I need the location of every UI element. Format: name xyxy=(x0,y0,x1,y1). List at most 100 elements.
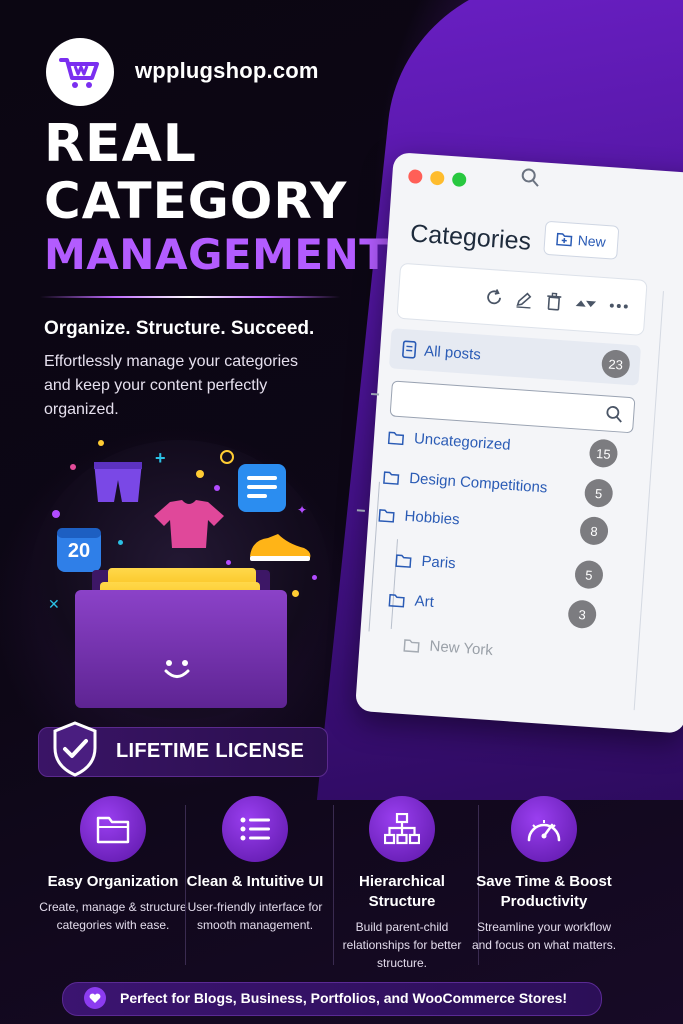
heart-icon xyxy=(84,987,106,1009)
category-design-competitions[interactable]: Design Competitions xyxy=(383,468,548,496)
sparkle-icon: ✦ xyxy=(297,503,308,517)
folder-icon xyxy=(387,431,405,445)
speedometer-icon xyxy=(527,820,561,842)
confetti-dot xyxy=(52,510,60,518)
confetti-dot xyxy=(312,575,317,580)
category-toolbar xyxy=(396,262,648,336)
category-label: Hobbies xyxy=(404,507,461,529)
logo xyxy=(46,38,114,106)
new-button-label: New xyxy=(577,232,607,250)
search-icon xyxy=(606,406,622,423)
cart-logo-icon xyxy=(59,58,99,88)
all-posts-count: 23 xyxy=(600,349,631,379)
category-new-york[interactable]: New York xyxy=(403,636,493,659)
category-label: Design Competitions xyxy=(408,469,548,497)
new-folder-icon xyxy=(556,232,573,247)
feature-clean-ui: Clean & Intuitive UI User-friendly inter… xyxy=(180,796,330,934)
folder-icon xyxy=(378,508,395,523)
feature-title: Clean & Intuitive UI xyxy=(186,873,324,890)
category-label: Art xyxy=(414,592,435,611)
folder-icon xyxy=(96,816,130,844)
category-search-input[interactable] xyxy=(389,380,636,434)
feature-title: Save Time & Boost Productivity xyxy=(476,873,612,910)
category-label: Paris xyxy=(420,552,457,573)
feature-description: Create, manage & structure categories wi… xyxy=(39,900,187,932)
trash-icon[interactable] xyxy=(544,292,563,311)
close-window-button[interactable] xyxy=(407,169,423,185)
shield-check-icon xyxy=(50,720,100,778)
new-category-button[interactable]: New xyxy=(543,220,620,260)
feature-save-time: Save Time & Boost Productivity Streamlin… xyxy=(469,796,619,954)
tree-connector xyxy=(368,481,380,632)
confetti-dot xyxy=(98,440,104,446)
document-icon xyxy=(236,462,288,519)
edit-icon[interactable] xyxy=(514,290,533,309)
all-posts-label: All posts xyxy=(423,342,482,364)
sparkle-icon: ✕ xyxy=(48,596,60,612)
refresh-icon[interactable] xyxy=(484,288,503,307)
category-art[interactable]: Art xyxy=(388,591,434,611)
glow-divider xyxy=(40,296,340,298)
category-hobbies[interactable]: Hobbies xyxy=(378,506,461,529)
list-icon xyxy=(240,817,270,841)
category-paris[interactable]: Paris xyxy=(395,551,456,572)
categories-window: Categories New All posts 23 Uncategorize… xyxy=(354,152,683,734)
calendar-icon: 20 xyxy=(56,527,102,573)
hero-title-line3: MANAGEMENT xyxy=(44,230,389,279)
confetti-dot xyxy=(70,464,76,470)
description: Effortlessly manage your categories and … xyxy=(44,353,299,418)
tagline: Organize. Structure. Succeed. xyxy=(44,318,315,339)
calendar-number: 20 xyxy=(67,540,91,562)
search-icon[interactable] xyxy=(520,167,541,188)
minimize-window-button[interactable] xyxy=(429,170,445,186)
feature-icon-wrap xyxy=(80,796,146,862)
category-uncategorized[interactable]: Uncategorized xyxy=(387,428,512,454)
feature-icon-wrap xyxy=(369,796,435,862)
more-icon[interactable] xyxy=(608,296,629,315)
shorts-icon xyxy=(90,458,146,513)
shoe-icon xyxy=(248,530,312,569)
feature-icon-wrap xyxy=(511,796,577,862)
feature-easy-organization: Easy Organization Create, manage & struc… xyxy=(38,796,188,934)
category-count: 15 xyxy=(588,438,619,469)
sort-icon[interactable] xyxy=(574,294,597,313)
category-count: 8 xyxy=(579,515,610,546)
folder-icon xyxy=(388,593,405,608)
folder-icon xyxy=(383,470,400,485)
feature-icon-wrap xyxy=(222,796,288,862)
confetti-dot xyxy=(118,540,123,545)
hero-title: REAL CATEGORY MANAGEMENT xyxy=(44,118,388,276)
hero-title-line1: REAL xyxy=(44,114,197,174)
category-count: 5 xyxy=(574,559,604,590)
feature-hierarchical-structure: Hierarchical Structure Build parent-chil… xyxy=(327,796,477,972)
tshirt-icon xyxy=(152,498,226,555)
confetti-dot xyxy=(196,470,204,478)
feature-description: Build parent-child relationships for bet… xyxy=(342,920,462,970)
category-count: 3 xyxy=(567,599,598,630)
category-label: New York xyxy=(429,637,494,660)
license-label: LIFETIME LICENSE xyxy=(116,740,305,762)
folder-icon xyxy=(403,638,420,653)
feature-title: Easy Organization xyxy=(47,873,179,890)
feature-description: User-friendly interface for smooth manag… xyxy=(187,900,323,932)
all-posts-item[interactable]: All posts 23 xyxy=(388,328,642,386)
hierarchy-icon xyxy=(384,813,420,845)
smile-face xyxy=(160,658,194,682)
confetti-dot xyxy=(226,560,231,565)
sparkle-icon: + xyxy=(155,448,166,468)
confetti-ring xyxy=(220,450,234,464)
window-title: Categories xyxy=(409,219,532,256)
feature-title: Hierarchical Structure xyxy=(359,873,445,910)
confetti-dot xyxy=(214,485,220,491)
confetti-dot xyxy=(292,590,299,597)
hero-title-line2: CATEGORY xyxy=(44,172,348,230)
feature-description: Streamline your workflow and focus on wh… xyxy=(471,920,617,952)
posts-icon xyxy=(402,340,417,359)
banner-text: Perfect for Blogs, Business, Portfolios,… xyxy=(120,990,568,1006)
category-count: 5 xyxy=(583,478,614,509)
folder-icon xyxy=(395,553,412,568)
category-label: Uncategorized xyxy=(413,430,512,454)
storage-box xyxy=(75,590,287,708)
site-name: wpplugshop.com xyxy=(135,58,319,83)
maximize-window-button[interactable] xyxy=(451,172,467,188)
